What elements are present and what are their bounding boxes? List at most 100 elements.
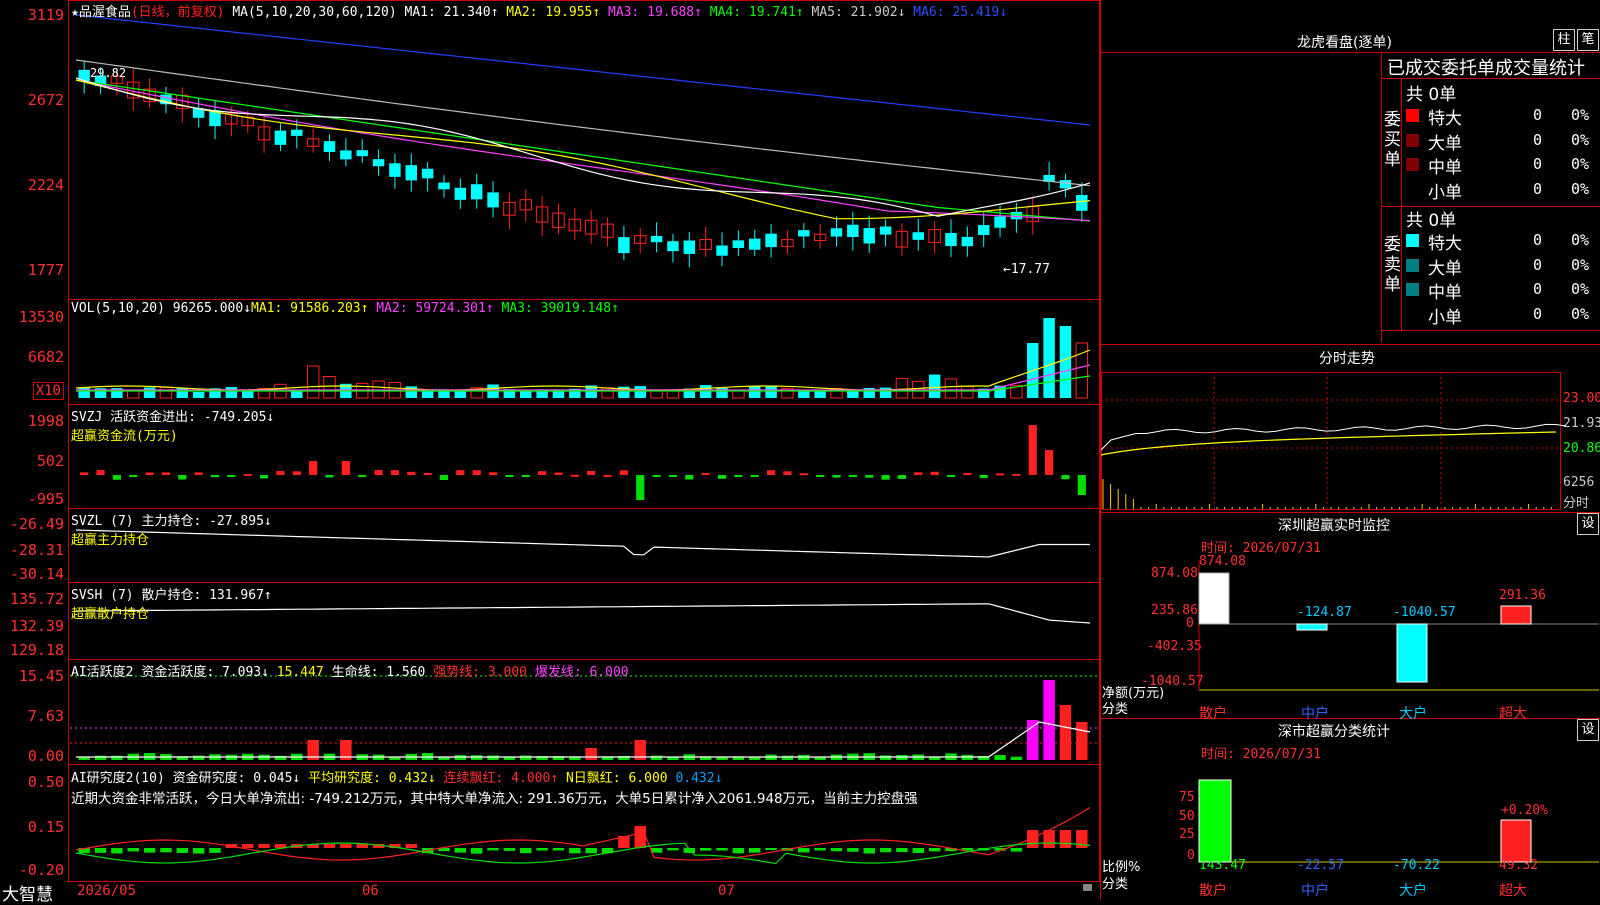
svzj-bar (799, 473, 808, 476)
candle-body (405, 165, 417, 181)
volume-bar (520, 390, 532, 398)
monitor-category-label: 大户 (1399, 706, 1427, 722)
svzj-bar (538, 471, 547, 475)
stat-bar-value: -70.22 (1393, 858, 1440, 873)
svzj-bar (995, 473, 1005, 476)
svzj-bar (816, 475, 825, 477)
ai-res-value2: 平均研究度: 0.432↓ (308, 771, 436, 786)
monitor-bar (1396, 623, 1428, 683)
left-chart-area[interactable]: 3119 2672 2224 1777 13530 6682 X10 1998 … (0, 0, 1100, 905)
activity-bar (470, 755, 483, 760)
candle-body (291, 129, 303, 136)
monitor-category-label: 超大 (1499, 706, 1527, 722)
svzj-bar (96, 470, 105, 475)
volume-bar (749, 386, 761, 398)
stat-category-label: 超大 (1499, 883, 1527, 899)
svzl-label: SVZL (7) (71, 514, 134, 529)
activity-bar (1076, 722, 1088, 760)
svzj-bar (554, 472, 563, 475)
candle-body (732, 240, 745, 248)
svzj-bar (979, 475, 988, 478)
svzj-bar (1077, 475, 1086, 495)
svzj-bar (80, 472, 89, 475)
ma6-line (75, 14, 1091, 126)
candle-body (323, 141, 336, 153)
svzj-bar (129, 475, 138, 477)
svzj-bar (930, 471, 939, 475)
candle-body (618, 237, 630, 254)
research-bar (814, 848, 826, 851)
candle-body (274, 130, 287, 145)
candle-body (945, 232, 957, 247)
research-bar (127, 848, 139, 852)
candle-body (487, 192, 499, 208)
monitor-bar-label: -1040.57 (1393, 605, 1456, 620)
research-bar (912, 848, 924, 854)
ai-act-value2: 15.447 (276, 665, 324, 680)
y-tick: 0.50 (27, 773, 64, 791)
ma5-value: MA5: 21.902↓ (811, 5, 906, 20)
monitor-bar-label: 874.08 (1199, 554, 1246, 569)
stock-name[interactable]: ★品渥食品 (71, 5, 131, 20)
y-tick: 15.45 (18, 667, 64, 685)
y-tick: -0.20 (18, 861, 64, 879)
ai-res-value1: 资金研究度: 0.045↓ (172, 771, 301, 786)
y-tick: 135.72 (9, 590, 64, 608)
monitor-category-label: 散户 (1199, 706, 1227, 722)
research-bar (242, 844, 254, 848)
ai-act-value1: 资金活跃度: 7.093↓ (141, 665, 269, 680)
low-price-label: ←17.77 (1003, 262, 1050, 277)
activity-bar (1059, 705, 1072, 760)
app-logo[interactable]: 大智慧 (2, 880, 53, 905)
stat-category-label: 中户 (1301, 883, 1329, 899)
candle-body (683, 240, 696, 254)
svsh-sub: 超赢散户持仓 (71, 607, 150, 622)
svzj-bar (717, 475, 727, 479)
high-price-label: 29.82 (90, 66, 127, 80)
stat-bar-value: 49.32 (1499, 858, 1539, 873)
stat-bar (1198, 779, 1232, 863)
svzl-value: 主力持仓: -27.895↓ (141, 514, 272, 529)
y-tick: 0.15 (27, 818, 64, 836)
research-line (75, 806, 1091, 861)
svzj-bar (587, 470, 596, 475)
research-bar (192, 848, 205, 854)
candle-body (438, 182, 450, 190)
y-tick: 502 (36, 452, 64, 470)
lock-icon[interactable] (1083, 884, 1092, 891)
y-tick: 3119 (27, 6, 64, 24)
volume-bar (291, 390, 303, 398)
candle-body (879, 226, 892, 235)
intraday-avg-line (1101, 431, 1557, 456)
candle-body (421, 168, 434, 179)
research-bar (585, 848, 597, 854)
volume-bar (78, 387, 90, 398)
activity-bar (520, 755, 532, 760)
svzj-sub: 超赢资金流(万元) (71, 429, 178, 444)
svzj-bar (488, 472, 498, 475)
monitor-bar (1500, 605, 1532, 625)
svzj-bar (178, 475, 187, 480)
research-bar (405, 844, 417, 848)
candle-body (847, 224, 859, 238)
activity-bar (1010, 756, 1023, 760)
research-bar (470, 848, 483, 854)
candle-body (765, 233, 777, 248)
ai-res-value3: 连续飘红: 4.000↑ (443, 771, 559, 786)
ma4-line (75, 79, 1091, 222)
ma2-line (75, 79, 1091, 220)
research-bar (1059, 830, 1072, 848)
research-bar (143, 848, 156, 853)
svzj-bar (734, 475, 743, 477)
volume-bar (1043, 318, 1055, 398)
chart-mode[interactable]: (日线，前复权) (131, 5, 225, 20)
vol-header: VOL(5,10,20) 96265.000↓MA1: 91586.203↑ M… (71, 301, 619, 316)
svzj-bar (619, 470, 628, 475)
main-header: ★品渥食品(日线，前复权) MA(5,10,20,30,60,120) MA1:… (71, 1, 1007, 20)
vol-ma3: MA3: 39019.148↑ (501, 301, 619, 316)
svzj-bar (259, 475, 269, 479)
svzj-bar (472, 470, 481, 475)
svzj-bar (963, 472, 972, 475)
ai-act-value4: 强势线: 3.000 (433, 665, 527, 680)
svzj-bar (407, 471, 416, 475)
